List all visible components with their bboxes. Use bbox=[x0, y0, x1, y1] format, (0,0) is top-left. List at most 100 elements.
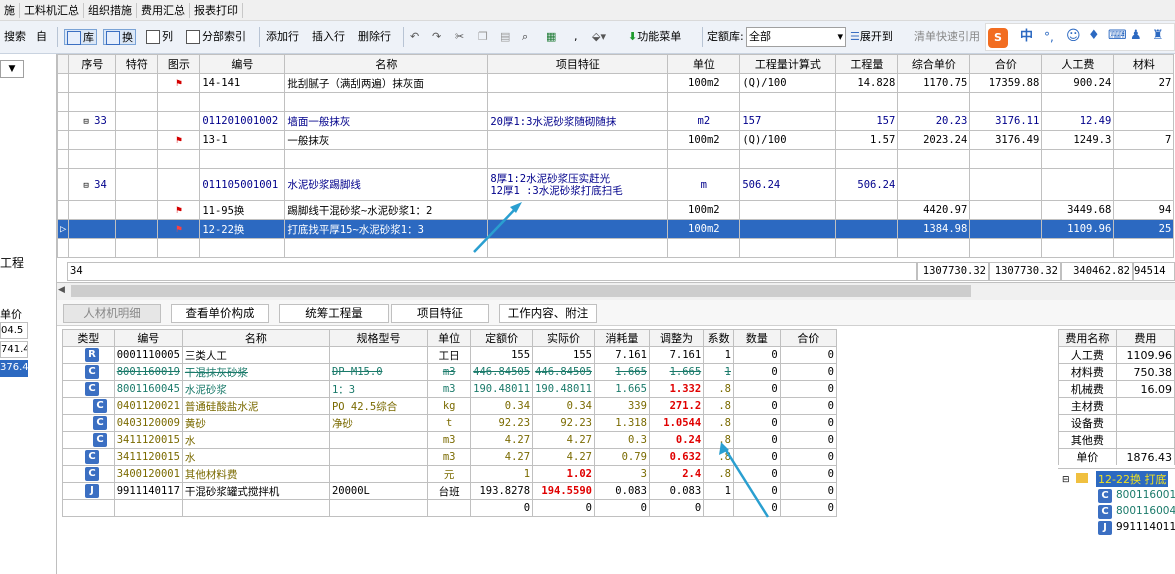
copy-icon[interactable]: ❐ bbox=[478, 29, 488, 45]
delrow-button[interactable]: 删除行 bbox=[358, 29, 391, 45]
tree-root[interactable]: 12-22换 打底 bbox=[1096, 471, 1169, 487]
cell-coef[interactable]: .8 bbox=[703, 431, 734, 449]
cell-coef[interactable]: .8 bbox=[703, 414, 734, 432]
cell-spec[interactable]: 净砂 bbox=[328, 414, 429, 432]
cell-tx[interactable] bbox=[115, 130, 159, 150]
cell-mat[interactable]: 27 bbox=[1113, 73, 1175, 93]
cell-actual[interactable]: 4.27 bbox=[532, 431, 595, 449]
tree-item[interactable]: C 8001160045 bbox=[1098, 505, 1175, 519]
col-header[interactable]: 名称 bbox=[284, 54, 489, 74]
cell-seq[interactable] bbox=[68, 130, 117, 150]
cell-actual[interactable]: 190.48011 bbox=[532, 380, 595, 398]
cell-code[interactable]: 13-1 bbox=[199, 130, 286, 150]
cell-quota[interactable]: 190.48011 bbox=[470, 380, 534, 398]
cell-unit[interactable] bbox=[427, 499, 472, 517]
cell-code[interactable]: 0403120009 bbox=[113, 414, 183, 432]
scroll-thumb[interactable] bbox=[71, 285, 971, 297]
cell-total[interactable]: 17359.88 bbox=[969, 73, 1043, 93]
resource-row[interactable]: C 3400120001 其他材料费元 1 1.02 3 2.4.8 0 0 bbox=[62, 465, 837, 483]
cell-coef[interactable] bbox=[703, 499, 734, 517]
cut-icon[interactable]: ✂ bbox=[455, 29, 464, 45]
cell-name[interactable]: 干混砂浆罐式搅拌机 bbox=[181, 482, 330, 500]
cell-seq[interactable]: ⊟ 34 bbox=[68, 168, 117, 201]
cell-adjust[interactable]: 0.083 bbox=[648, 482, 705, 500]
resource-row[interactable]: C 0401120021 普通硅酸盐水泥 PO 42.5综合 kg 0.34 0.34 339… bbox=[62, 397, 837, 415]
cell-sum[interactable]: 0 bbox=[779, 397, 837, 415]
cell-unit[interactable]: 元 bbox=[427, 465, 472, 483]
cell-actual[interactable]: 0.34 bbox=[532, 397, 595, 415]
cell-sum[interactable]: 0 bbox=[779, 448, 837, 466]
col-header[interactable]: 特符 bbox=[115, 54, 159, 74]
cell-name[interactable] bbox=[181, 499, 330, 517]
col-header[interactable]: 序号 bbox=[68, 54, 117, 74]
col-header[interactable]: 工程量 bbox=[835, 54, 899, 74]
cell-consume[interactable]: 7.161 bbox=[593, 346, 650, 364]
cell-num[interactable]: 0 bbox=[733, 346, 781, 364]
sogou-icon[interactable]: S bbox=[988, 28, 1008, 48]
cell-code[interactable]: 3411120015 bbox=[113, 431, 183, 449]
cell-name[interactable]: 水泥砂浆踢脚线 bbox=[284, 168, 489, 201]
cell-coef[interactable]: .8 bbox=[703, 448, 734, 466]
tab-work-content[interactable]: 工作内容、附注 bbox=[499, 304, 597, 323]
cell-mat[interactable] bbox=[1113, 168, 1175, 201]
expand-icon[interactable]: ⊟ bbox=[83, 117, 94, 127]
col-header[interactable]: 实际价 bbox=[532, 329, 595, 347]
cell-code[interactable]: 3400120001 bbox=[113, 465, 183, 483]
cell-name[interactable]: 干混抹灰砂浆 bbox=[181, 363, 330, 381]
cell-labor[interactable]: 12.49 bbox=[1041, 111, 1115, 131]
cell-qty[interactable] bbox=[835, 149, 899, 169]
cell-name[interactable]: 一般抹灰 bbox=[284, 130, 489, 150]
cell-tx[interactable] bbox=[115, 219, 159, 239]
cell-price[interactable]: 2023.24 bbox=[897, 130, 971, 150]
mic-icon[interactable]: ♦ bbox=[1088, 28, 1100, 44]
cell-unit[interactable]: m3 bbox=[427, 448, 472, 466]
col-header[interactable]: 编号 bbox=[199, 54, 286, 74]
cell-unit[interactable]: kg bbox=[427, 397, 472, 415]
cell-flag[interactable] bbox=[157, 168, 201, 201]
scroll-left-icon[interactable]: ◀ bbox=[58, 285, 70, 298]
cell-formula[interactable] bbox=[739, 238, 837, 258]
tab-labor-material[interactable]: 人材机明细 bbox=[63, 304, 161, 323]
cell-tx[interactable] bbox=[115, 200, 159, 220]
cell-price[interactable]: 1384.98 bbox=[897, 219, 971, 239]
cell-seq[interactable] bbox=[68, 219, 117, 239]
resource-row[interactable]: C 8001160019 干混抹灰砂浆 DP M15.0 m3 446.84505 446.… bbox=[62, 363, 837, 381]
cell-spec[interactable] bbox=[328, 465, 429, 483]
bill-row[interactable]: ⚑ 14-141 批刮腻子（满刮两遍）抹灰面 100m2 (Q)/100 14.828 11… bbox=[57, 73, 1175, 93]
col-header[interactable]: 类型 bbox=[62, 329, 115, 347]
col-header[interactable]: 数量 bbox=[733, 329, 781, 347]
resource-row[interactable]: C 0403120009 黄砂 净砂 t 92.23 92.23 1.318 1.0544.8 0… bbox=[62, 414, 837, 432]
col-header[interactable]: 单位 bbox=[427, 329, 472, 347]
cell-spec[interactable]: DP M15.0 bbox=[328, 363, 429, 381]
cell-mat[interactable]: 25 bbox=[1113, 219, 1175, 239]
cell-flag[interactable] bbox=[157, 238, 201, 258]
left-dropdown[interactable]: ▼ bbox=[0, 60, 24, 78]
cell-unit[interactable]: 100m2 bbox=[667, 200, 741, 220]
expand-button[interactable]: ☰展开到 bbox=[850, 29, 893, 45]
cell-labor[interactable] bbox=[1041, 238, 1115, 258]
cell-consume[interactable]: 1.318 bbox=[593, 414, 650, 432]
cell-seq[interactable] bbox=[68, 73, 117, 93]
cell-seq[interactable] bbox=[68, 149, 117, 169]
cell-name[interactable]: 墙面一般抹灰 bbox=[284, 111, 489, 131]
cell-tx[interactable] bbox=[115, 73, 159, 93]
row-handle[interactable] bbox=[57, 168, 70, 201]
row-handle[interactable] bbox=[57, 130, 70, 150]
cell-adjust[interactable]: 1.665 bbox=[648, 363, 705, 381]
menu-item-3[interactable]: 费用汇总 bbox=[137, 2, 190, 18]
row-handle[interactable]: ▷ bbox=[57, 219, 70, 239]
cell-qty[interactable]: 506.24 bbox=[835, 168, 899, 201]
cell-adjust[interactable]: 1.0544 bbox=[648, 414, 705, 432]
cell-unit[interactable]: m3 bbox=[427, 431, 472, 449]
cell-code[interactable]: 8001160045 bbox=[113, 380, 183, 398]
cell-coef[interactable]: .8 bbox=[703, 465, 734, 483]
col-header[interactable]: 人工费 bbox=[1041, 54, 1115, 74]
row-handle[interactable] bbox=[57, 73, 70, 93]
cell-code[interactable] bbox=[113, 499, 183, 517]
row-handle[interactable] bbox=[57, 111, 70, 131]
col-header[interactable]: 项目特征 bbox=[487, 54, 669, 74]
addrow-button[interactable]: 添加行 bbox=[266, 29, 299, 45]
cell-tx[interactable] bbox=[115, 92, 159, 112]
cell-sum[interactable]: 0 bbox=[779, 363, 837, 381]
cell-type[interactable]: C bbox=[62, 465, 115, 483]
